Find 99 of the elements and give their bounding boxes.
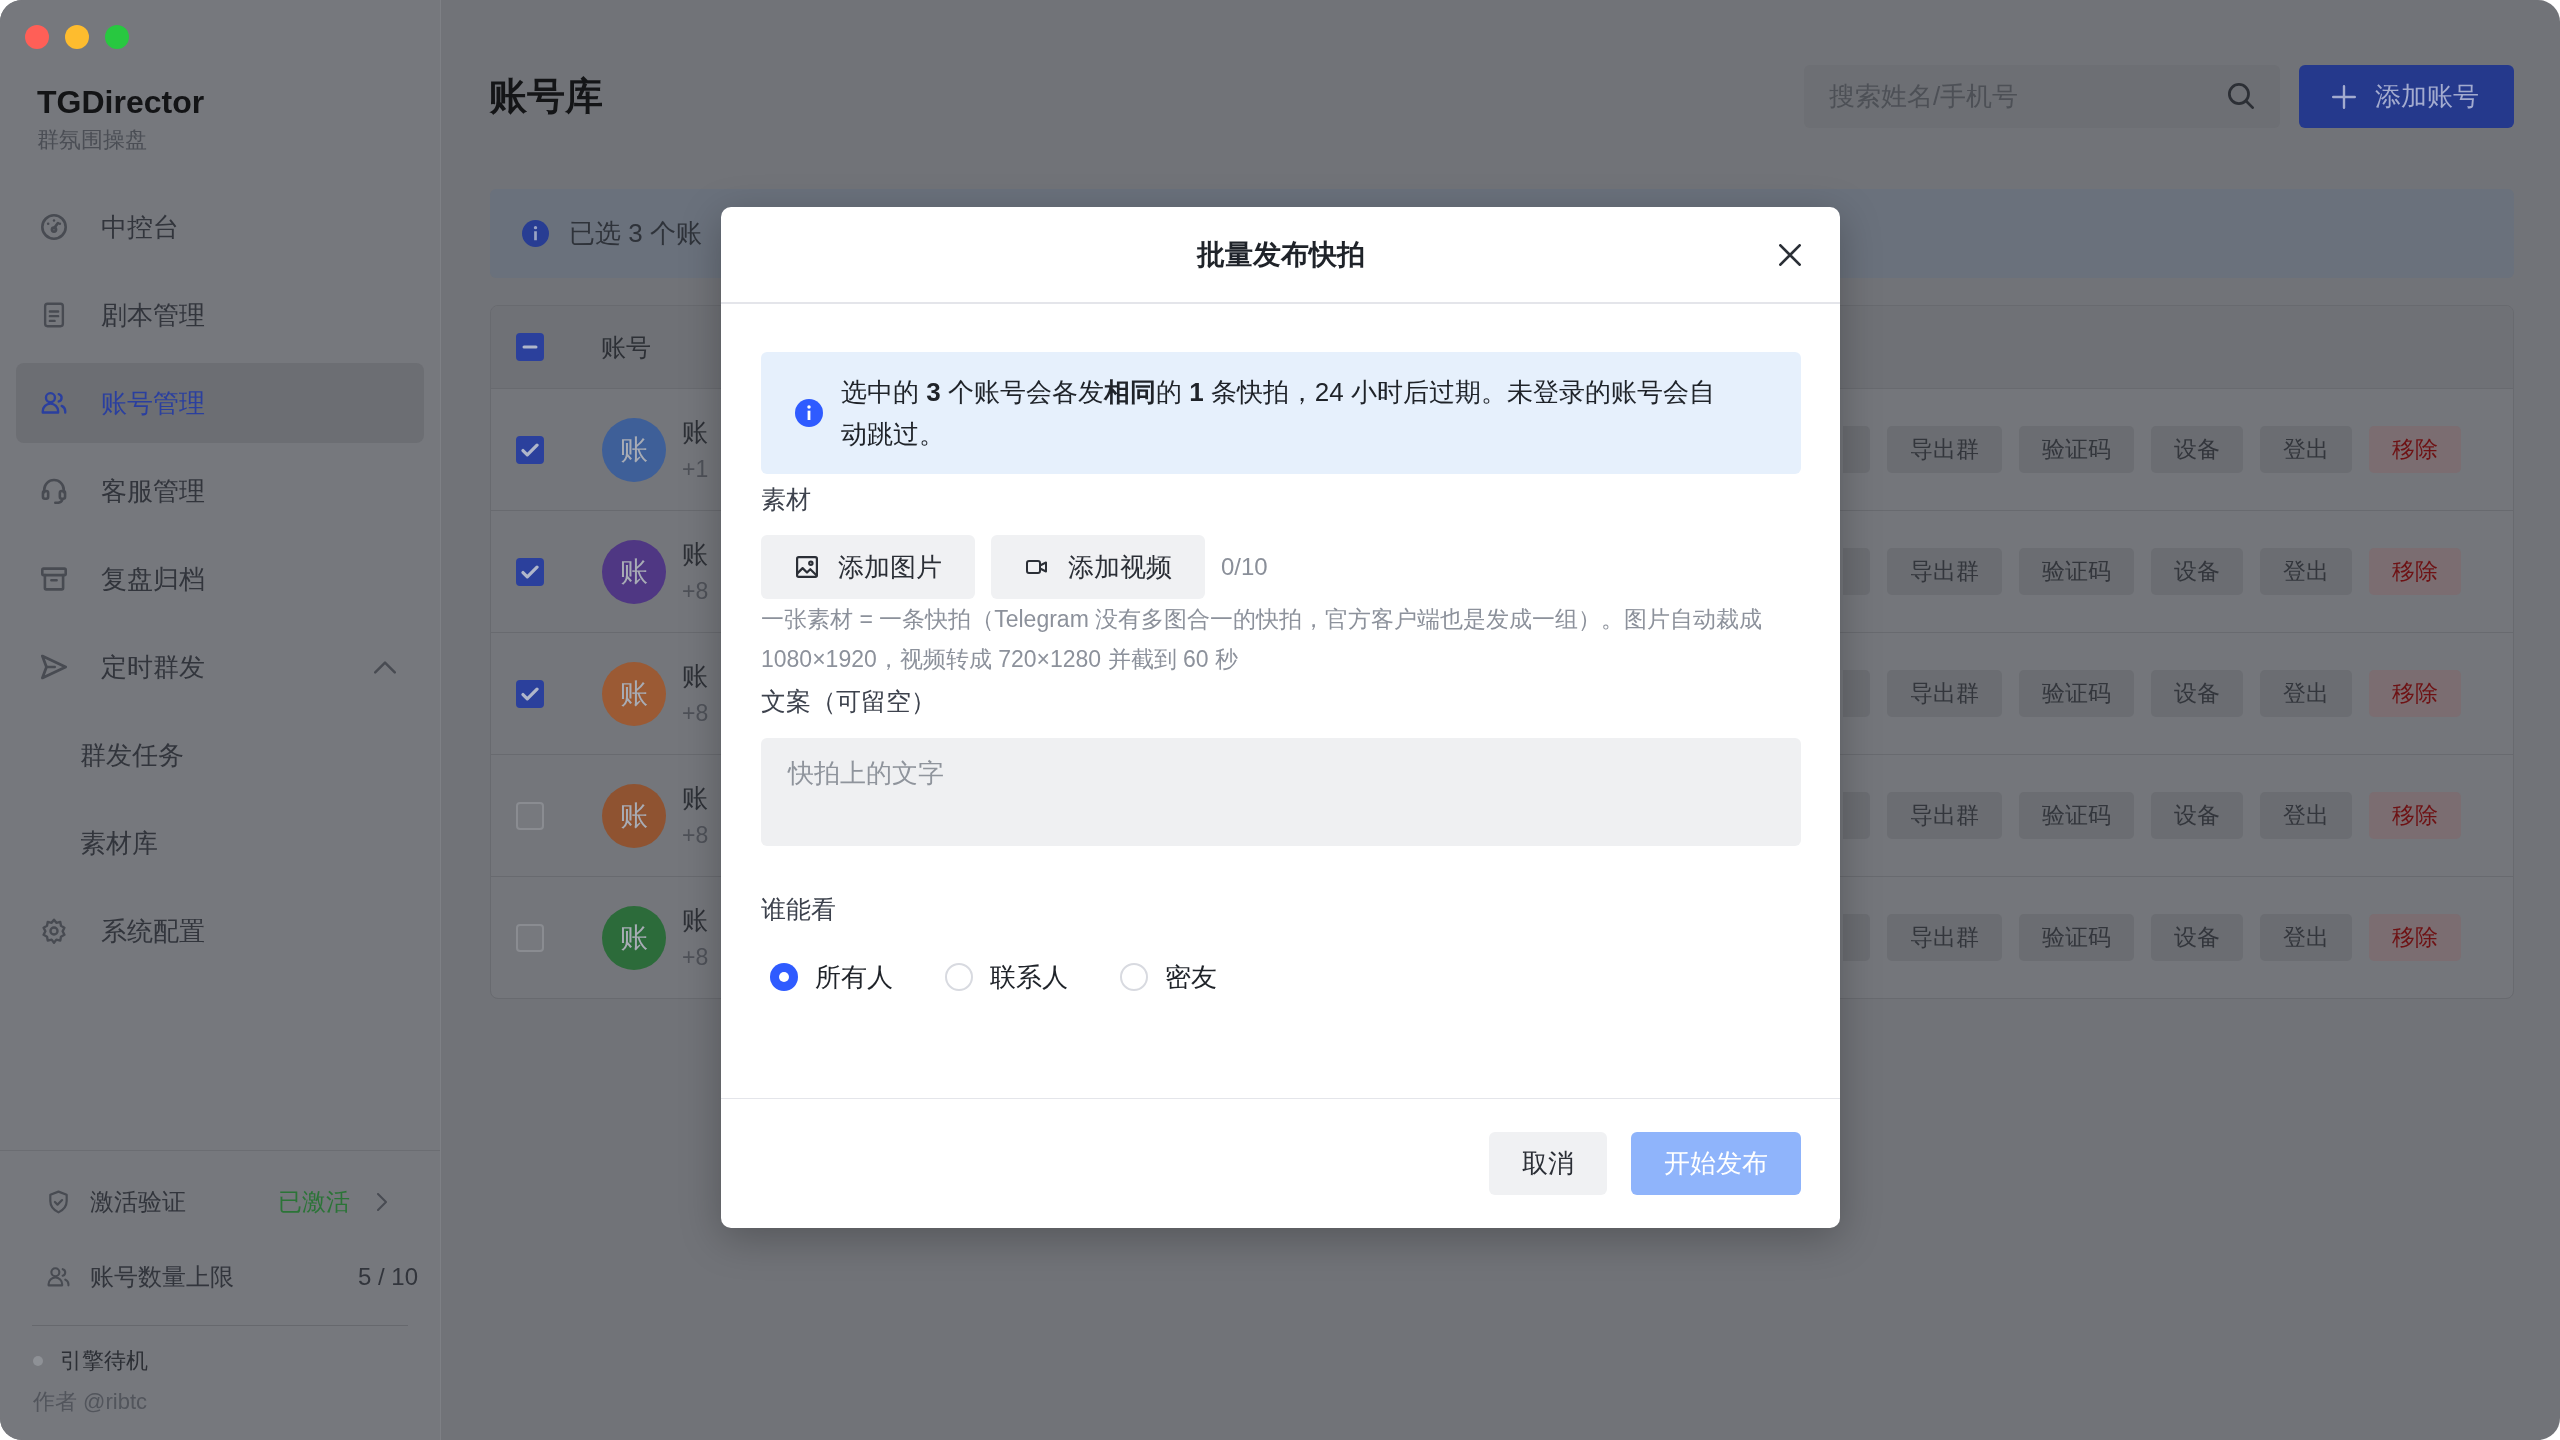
add-video-button[interactable]: 添加视频 (991, 535, 1205, 599)
users-icon (41, 390, 67, 416)
account-name: 账 (682, 781, 708, 814)
users-icon (47, 1265, 70, 1289)
activation-label: 激活验证 (90, 1187, 186, 1217)
field-label: 文案（可留空） (761, 686, 936, 717)
action-button[interactable]: 登出 (2260, 914, 2352, 961)
info-icon (522, 220, 549, 247)
remove-button[interactable]: 移除 (2369, 670, 2461, 717)
checkmark-icon (521, 564, 539, 579)
action-button[interactable]: 导出群 (1887, 548, 2002, 595)
nav-item[interactable]: 复盘归档 (16, 539, 424, 619)
radio-option[interactable]: 所有人 (770, 959, 893, 995)
action-button[interactable]: 设备 (2151, 548, 2243, 595)
quota-value: 5 / 10 (357, 1263, 418, 1291)
nav-item[interactable]: 账号管理 (16, 363, 424, 443)
account-name: 账 (682, 903, 708, 936)
action-button[interactable]: 验证码 (2019, 914, 2134, 961)
alert-text: 选中的 3 个账号会各发相同的 1 条快拍，24 小时后过期。未登录的账号会自动跳过。 (841, 376, 1716, 451)
remove-button[interactable]: 移除 (2369, 792, 2461, 839)
action-button[interactable]: 导出群 (1887, 914, 2002, 961)
close-button[interactable] (1779, 243, 1801, 266)
nav-item[interactable]: 定时群发 (16, 627, 424, 707)
caption-field[interactable]: 快拍上的文字 (761, 738, 1801, 846)
engine-status: 引擎待机 (60, 1347, 148, 1375)
image-icon (796, 556, 818, 578)
account-name: 账 (682, 415, 708, 448)
select-all-checkbox[interactable] (516, 333, 544, 361)
action-button[interactable]: 设备 (2151, 426, 2243, 473)
column-header: 账号 (601, 331, 651, 363)
quota-label: 账号数量上限 (90, 1262, 234, 1292)
action-button[interactable]: 设备 (2151, 670, 2243, 717)
radio-button[interactable] (1120, 963, 1148, 991)
checkmark-icon (521, 686, 539, 701)
close-icon (1779, 243, 1801, 266)
row-checkbox[interactable] (516, 679, 544, 708)
banner-text: 已选 3 个账 (569, 217, 702, 250)
radio-option[interactable]: 联系人 (945, 959, 1068, 995)
add-account-button[interactable]: 添加账号 (2299, 65, 2514, 128)
radio-button[interactable] (770, 963, 798, 991)
action-button[interactable]: 登出 (2260, 792, 2352, 839)
document-icon (41, 302, 67, 328)
gauge-icon (41, 214, 67, 240)
send-icon (41, 654, 67, 680)
account-name: 账 (682, 537, 708, 570)
nav-subitem[interactable]: 群发任务 (16, 715, 424, 795)
nav-item[interactable]: 系统配置 (16, 891, 424, 971)
checkmark-icon (521, 442, 539, 457)
activation-status: 已激活 (278, 1187, 350, 1217)
action-button[interactable]: 导出群 (1887, 426, 2002, 473)
action-button[interactable]: 验证码 (2019, 792, 2134, 839)
archive-icon (41, 566, 67, 592)
radio-button[interactable] (945, 963, 973, 991)
settings-icon (41, 918, 67, 944)
chevron-up-icon[interactable] (374, 660, 396, 674)
add-image-button[interactable]: 添加图片 (761, 535, 975, 599)
action-button[interactable]: 登出 (2260, 548, 2352, 595)
field-label: 谁能看 (761, 894, 836, 925)
nav-subitem[interactable]: 素材库 (16, 803, 424, 883)
media-count: 0/10 (1221, 553, 1268, 581)
account-name: 账 (682, 659, 708, 692)
nav-item[interactable]: 中控台 (16, 187, 424, 267)
action-button[interactable]: 设备 (2151, 792, 2243, 839)
action-button[interactable]: 验证码 (2019, 548, 2134, 595)
avatar: 账 (602, 905, 666, 970)
minus-icon (521, 345, 539, 349)
action-button[interactable]: 验证码 (2019, 426, 2134, 473)
app-title: TGDirector (37, 83, 205, 122)
search-icon[interactable] (2228, 83, 2254, 109)
shield-check-icon (47, 1190, 70, 1214)
plus-icon (2332, 84, 2356, 109)
action-button[interactable]: 登出 (2260, 426, 2352, 473)
radio-option[interactable]: 密友 (1120, 959, 1217, 995)
remove-button[interactable]: 移除 (2369, 548, 2461, 595)
dialog-title: 批量发布快拍 (1196, 237, 1365, 272)
action-button[interactable]: 验证码 (2019, 670, 2134, 717)
zoom-button[interactable] (105, 25, 129, 49)
page-title: 账号库 (489, 74, 603, 119)
action-button[interactable]: 导出群 (1887, 792, 2002, 839)
chevron-right-icon[interactable] (377, 1193, 387, 1211)
nav-item[interactable]: 客服管理 (16, 451, 424, 531)
row-checkbox[interactable] (516, 435, 544, 464)
row-checkbox[interactable] (516, 557, 544, 586)
headset-icon (41, 478, 67, 504)
info-icon (795, 399, 823, 427)
avatar: 账 (602, 661, 666, 726)
action-button[interactable]: 设备 (2151, 914, 2243, 961)
hint-text: 一张素材 = 一条快拍（Telegram 没有多图合一的快拍，官方客户端也是发成一组）。图片自动裁成 1080×1920，视频转成 720×1280 并截到 60 秒 (761, 605, 1764, 674)
nav-item[interactable]: 剧本管理 (16, 275, 424, 355)
remove-button[interactable]: 移除 (2369, 914, 2461, 961)
avatar: 账 (602, 417, 666, 482)
remove-button[interactable]: 移除 (2369, 426, 2461, 473)
action-button[interactable]: 登出 (2260, 670, 2352, 717)
avatar: 账 (602, 783, 666, 848)
action-button[interactable]: 导出群 (1887, 670, 2002, 717)
cancel-button[interactable]: 取消 (1489, 1132, 1607, 1195)
field-label: 素材 (761, 484, 811, 515)
minimize-button[interactable] (65, 25, 89, 49)
avatar: 账 (602, 539, 666, 604)
